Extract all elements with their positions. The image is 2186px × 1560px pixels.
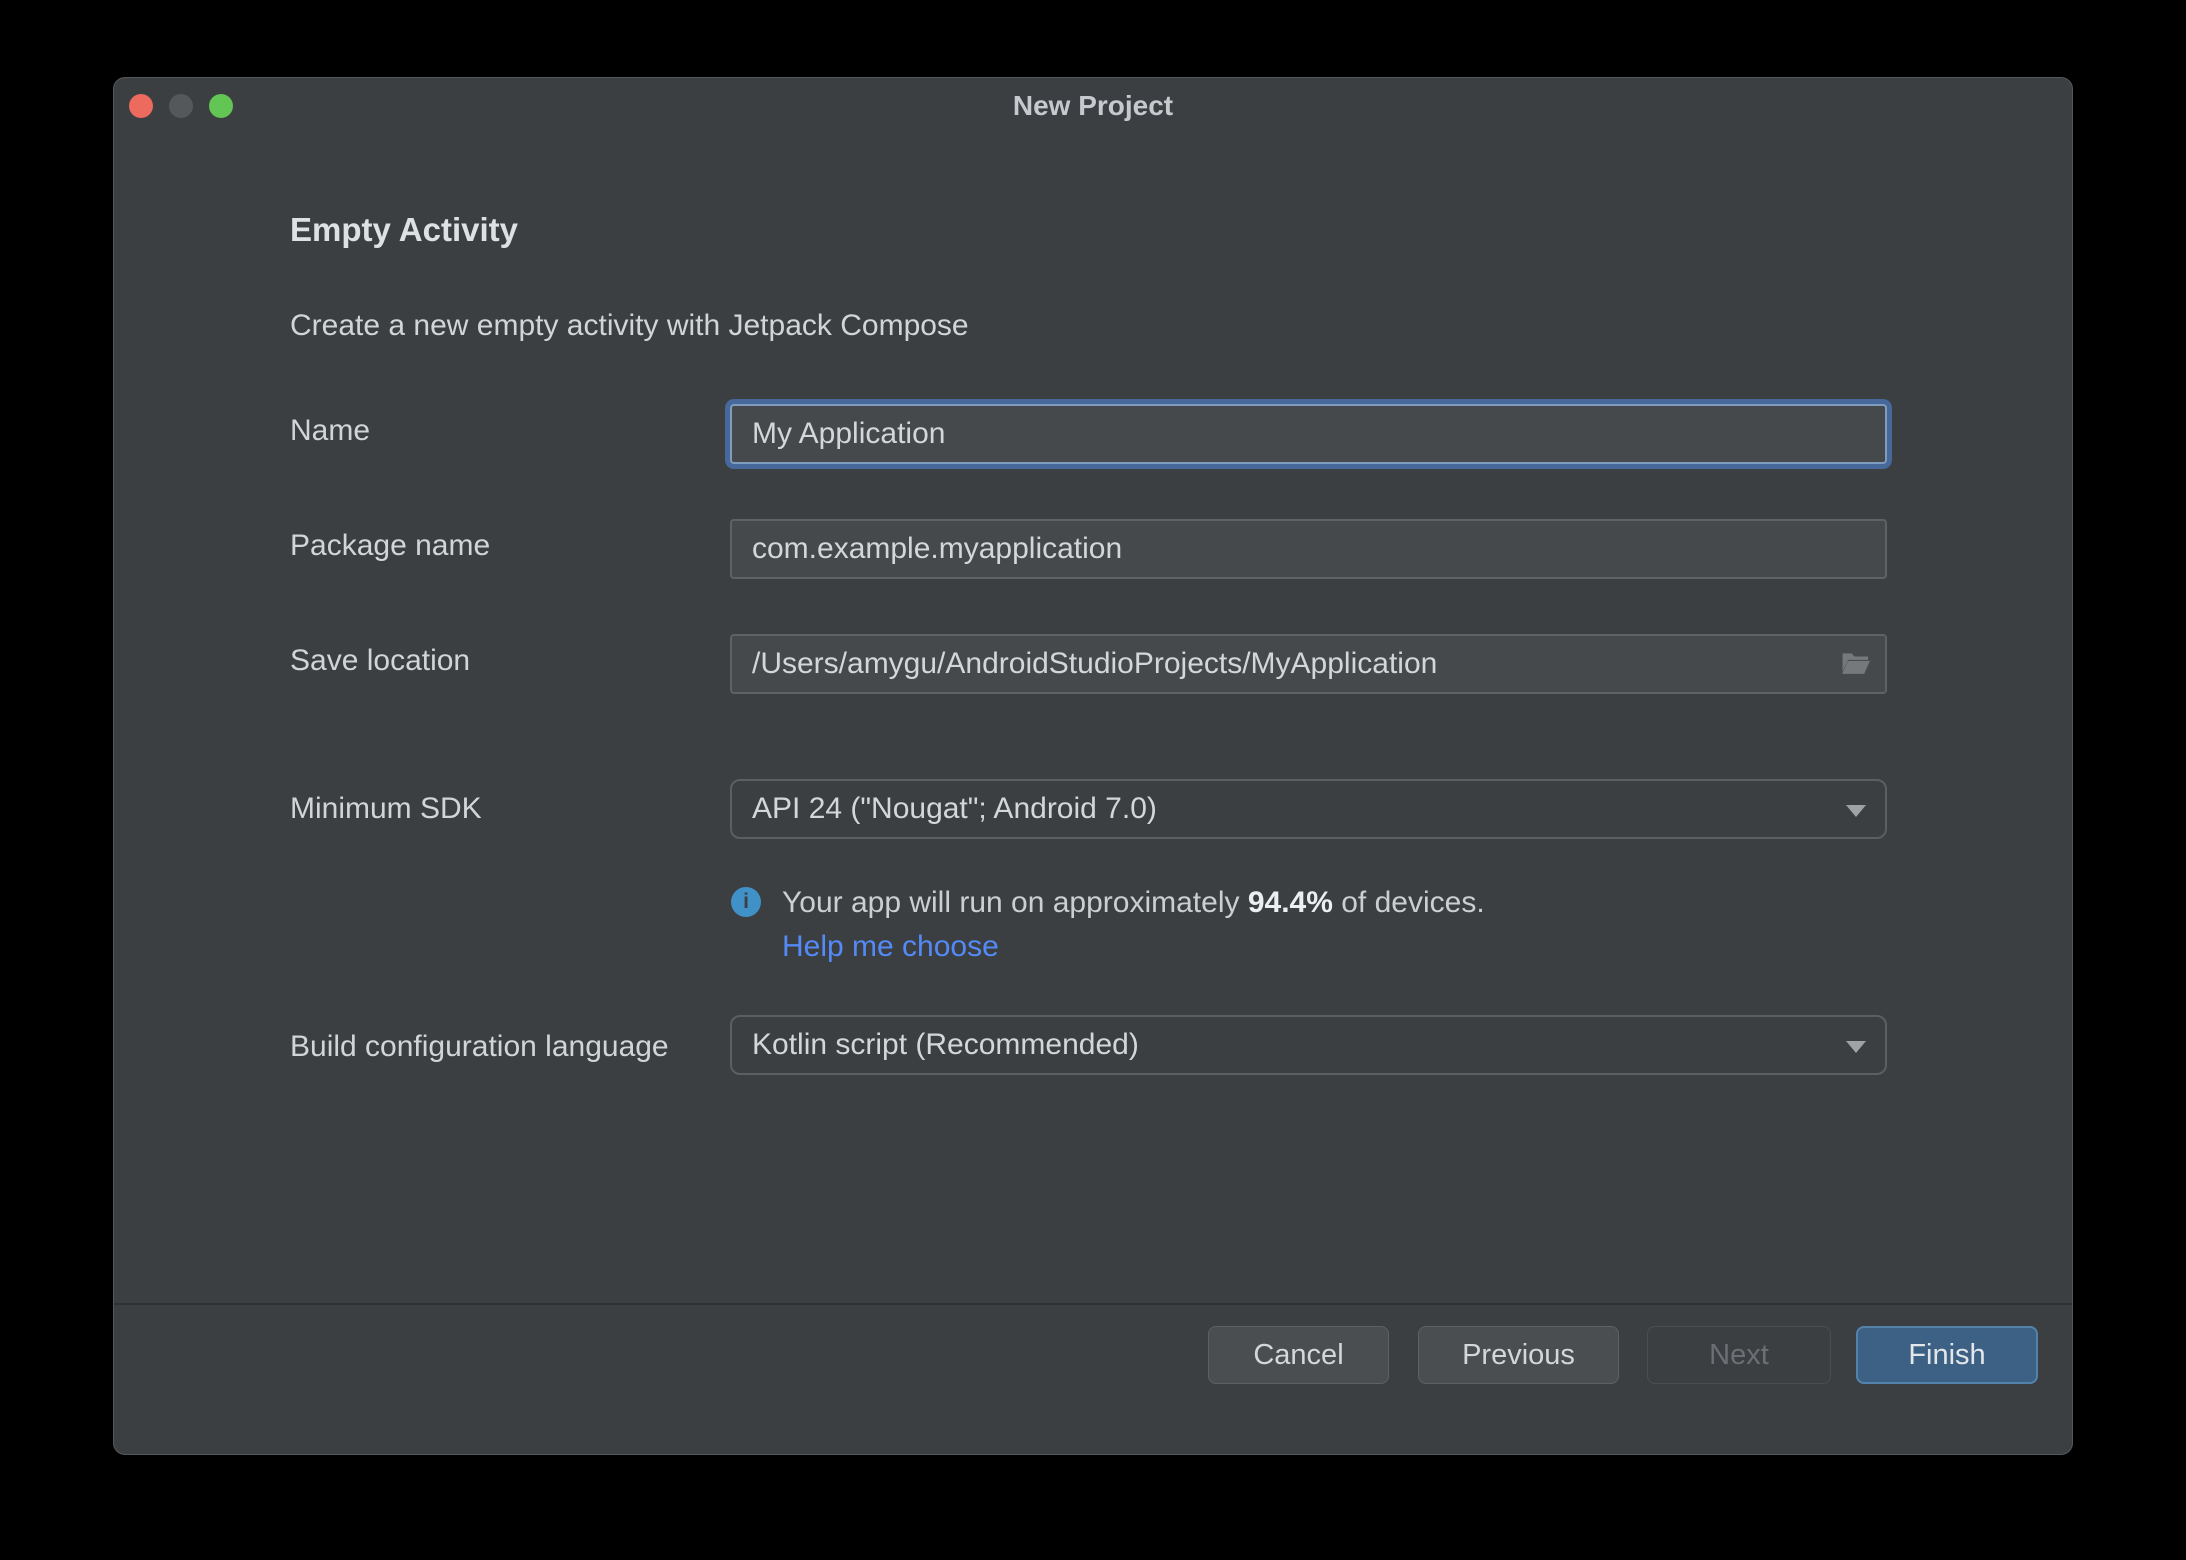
footer-separator [114, 1303, 2072, 1305]
cancel-button[interactable]: Cancel [1208, 1326, 1389, 1384]
save-location-label: Save location [290, 644, 471, 677]
window-title: New Project [1012, 90, 1174, 121]
next-button: Next [1647, 1326, 1831, 1384]
chevron-down-icon [1846, 1041, 1866, 1053]
page-subtitle: Create a new empty activity with Jetpack… [290, 309, 969, 342]
open-folder-icon[interactable] [1839, 647, 1873, 681]
package-name-label: Package name [290, 529, 491, 562]
sdk-info-prefix: Your app will run on approximately [782, 886, 1248, 919]
new-project-dialog: New Project Empty Activity Create a new … [113, 77, 2073, 1455]
package-name-input[interactable] [730, 519, 1887, 579]
build-config-language-dropdown[interactable]: Kotlin script (Recommended) [730, 1015, 1887, 1075]
minimum-sdk-dropdown[interactable]: API 24 ("Nougat"; Android 7.0) [730, 779, 1887, 839]
info-icon: i [731, 887, 761, 917]
titlebar: New Project [114, 78, 2072, 134]
sdk-info-percentage: 94.4% [1247, 886, 1333, 919]
save-location-input[interactable] [730, 634, 1887, 694]
build-config-selected-value: Kotlin script (Recommended) [752, 1028, 1139, 1061]
chevron-down-icon [1846, 805, 1866, 817]
minimum-sdk-selected-value: API 24 ("Nougat"; Android 7.0) [752, 792, 1157, 825]
save-location-field-wrap [730, 634, 1887, 694]
previous-button[interactable]: Previous [1418, 1326, 1619, 1384]
page-title: Empty Activity [290, 211, 519, 248]
build-config-language-label: Build configuration language [290, 1030, 669, 1063]
sdk-info-text: Your app will run on approximately 94.4%… [782, 884, 1485, 922]
sdk-info-suffix: of devices. [1332, 886, 1485, 919]
minimum-sdk-label: Minimum SDK [290, 792, 482, 825]
name-input[interactable] [730, 404, 1887, 464]
name-label: Name [290, 414, 371, 447]
help-me-choose-link[interactable]: Help me choose [782, 928, 999, 966]
finish-button[interactable]: Finish [1856, 1326, 2038, 1384]
